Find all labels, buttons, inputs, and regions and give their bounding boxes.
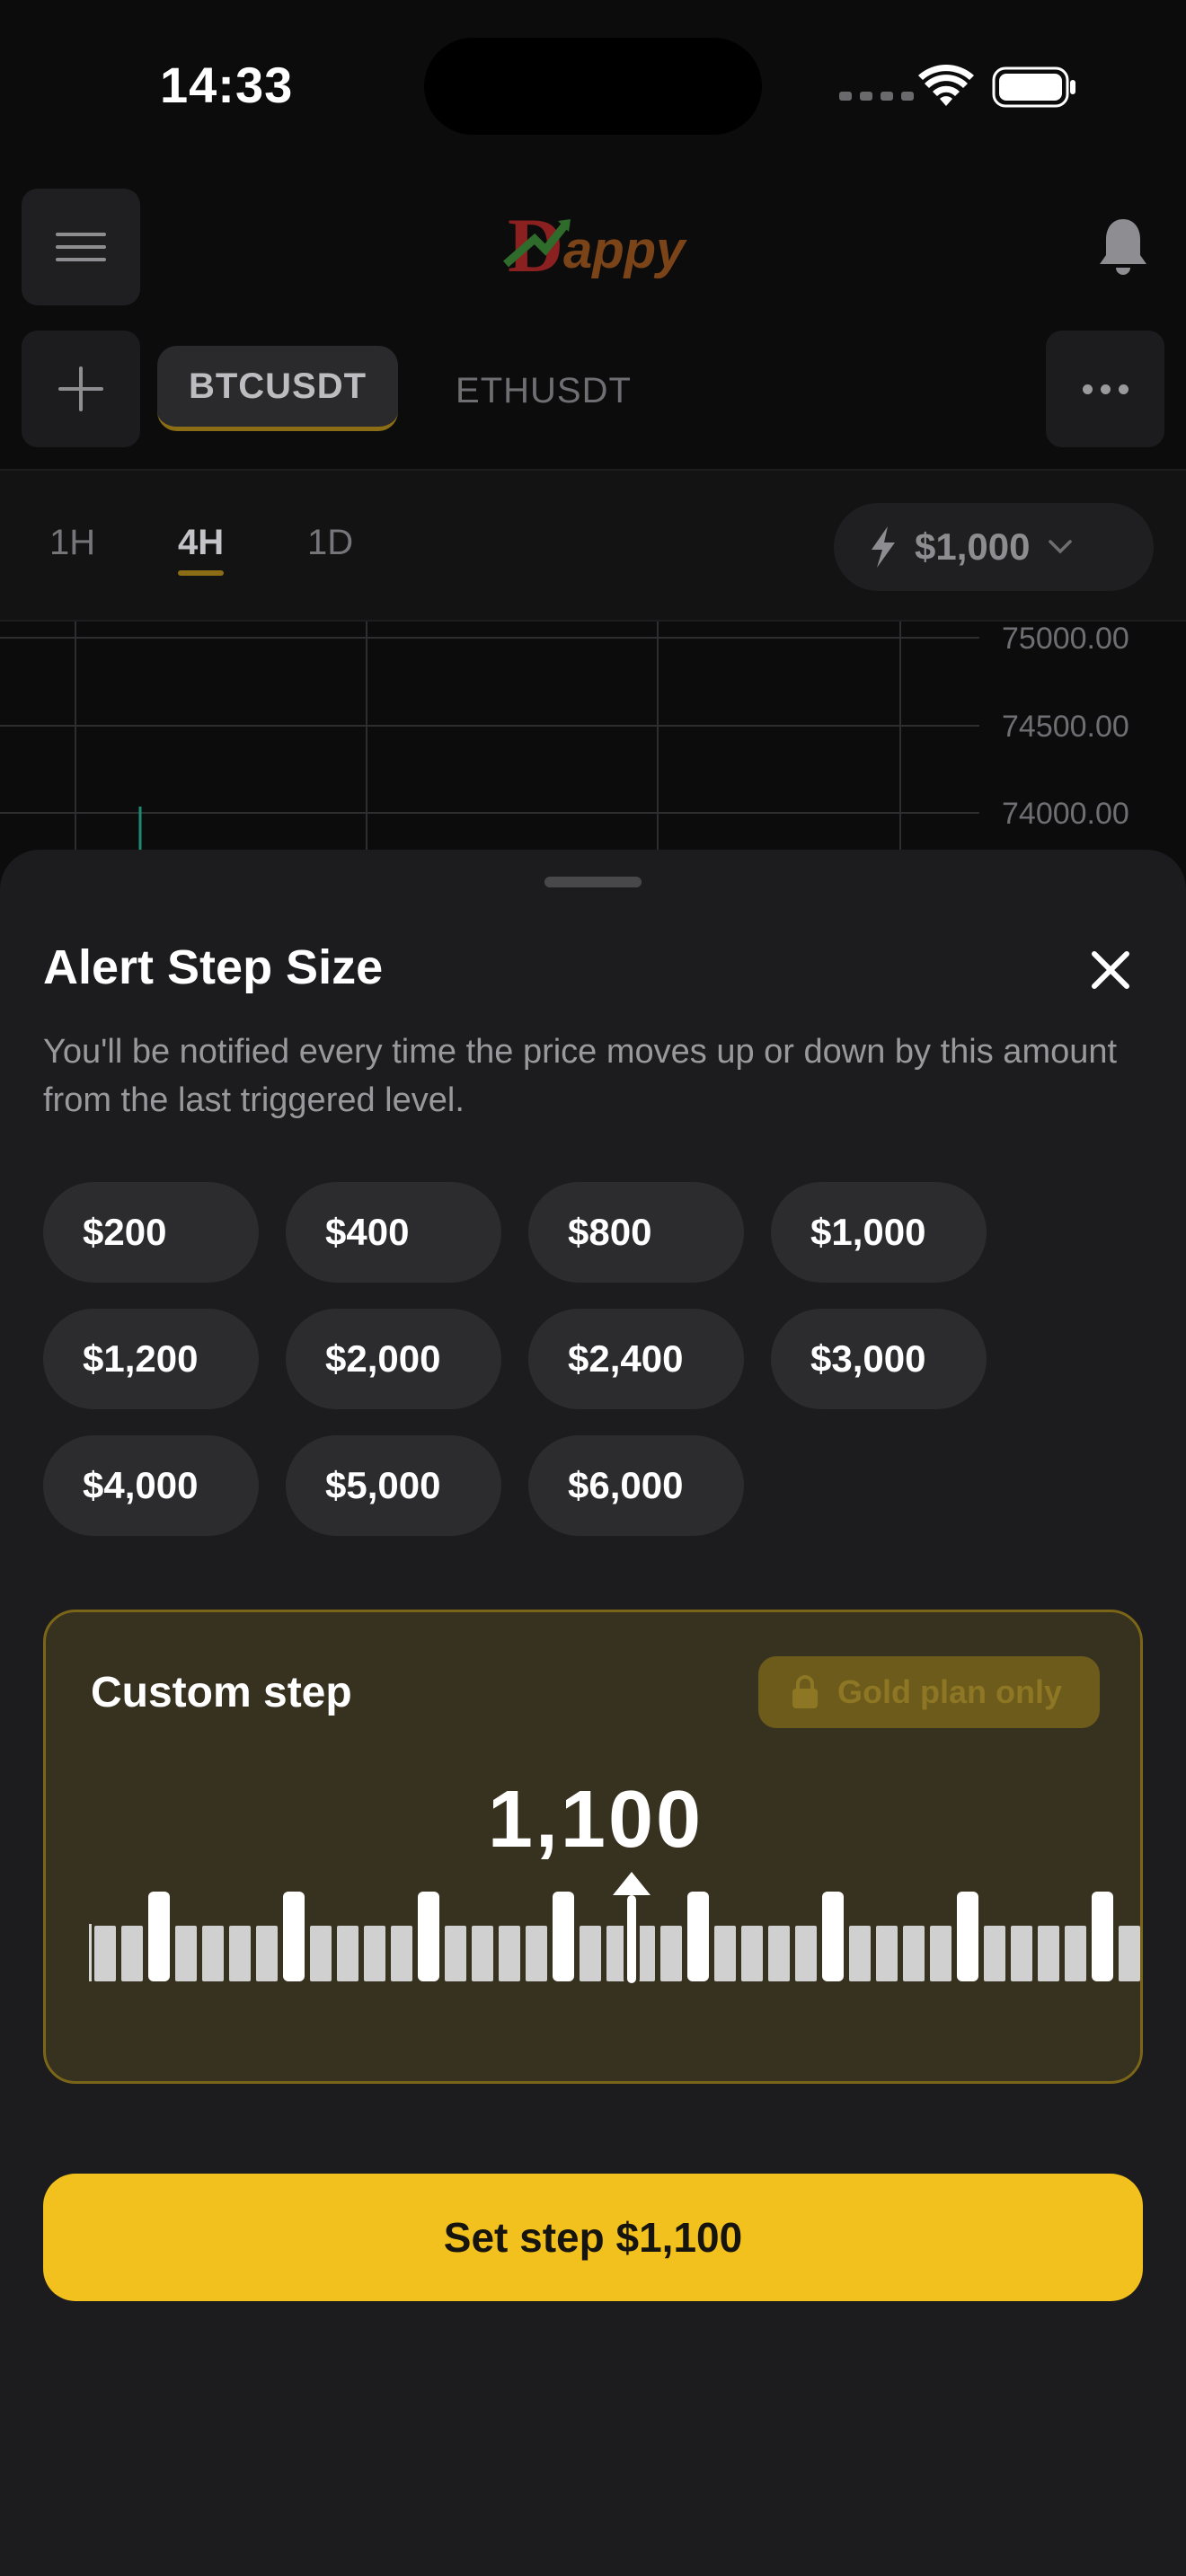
preset-chip[interactable]: $200 <box>43 1182 259 1283</box>
gold-plan-badge-label: Gold plan only <box>837 1673 1062 1710</box>
preset-chip[interactable]: $5,000 <box>286 1435 501 1536</box>
preset-chip[interactable]: $4,000 <box>43 1435 259 1536</box>
preset-chip[interactable]: $400 <box>286 1182 501 1283</box>
alert-step-sheet: Alert Step Size You'll be notified every… <box>0 850 1186 2576</box>
ruler-minor-tick <box>714 1926 736 1981</box>
menu-button[interactable] <box>22 189 140 305</box>
set-step-button[interactable]: Set step $1,100 <box>43 2174 1143 2301</box>
wifi-icon <box>918 65 974 106</box>
ruler-minor-tick <box>580 1926 601 1981</box>
step-ruler-slider[interactable] <box>89 1868 1146 1994</box>
price-axis-label: 74000.00 <box>1002 797 1129 831</box>
svg-text:D: D <box>508 208 563 287</box>
lightning-icon <box>872 526 895 568</box>
ruler-minor-tick <box>741 1926 763 1981</box>
ruler-minor-tick <box>876 1926 898 1981</box>
sheet-description: You'll be notified every time the price … <box>43 1033 1118 1119</box>
plus-icon <box>58 366 103 411</box>
custom-step-value: 1,100 <box>487 1775 704 1865</box>
ruler-minor-tick <box>903 1926 925 1981</box>
ruler-minor-tick <box>1038 1926 1059 1981</box>
triangle-up-icon <box>613 1872 651 1895</box>
tab-btcusdt[interactable]: BTCUSDT <box>157 346 398 431</box>
ruler-minor-tick <box>445 1926 466 1981</box>
ruler-minor-tick <box>229 1926 251 1981</box>
ellipsis-icon <box>1082 384 1093 394</box>
bell-icon[interactable] <box>1096 216 1150 277</box>
dynamic-island <box>424 38 762 135</box>
battery-icon <box>992 66 1075 108</box>
hamburger-icon <box>56 233 106 261</box>
ruler-major-tick <box>283 1892 305 1981</box>
preset-chip[interactable]: $800 <box>528 1182 744 1283</box>
ruler-minor-tick <box>94 1926 116 1981</box>
close-button[interactable] <box>1078 938 1143 1002</box>
ruler-minor-tick <box>795 1926 817 1981</box>
ruler-minor-tick <box>256 1926 278 1981</box>
close-icon <box>1092 951 1129 989</box>
alert-step-value: $1,000 <box>915 525 1031 568</box>
ruler-minor-tick <box>337 1926 358 1981</box>
status-time: 14:33 <box>160 57 294 113</box>
ruler-minor-tick <box>1065 1926 1086 1981</box>
ruler-minor-tick <box>768 1926 790 1981</box>
ruler-minor-tick <box>391 1926 412 1981</box>
cellular-signal-icon <box>839 92 914 101</box>
ruler-edge <box>89 1924 92 1981</box>
chevron-down-icon <box>1049 540 1073 554</box>
ruler-major-tick <box>822 1892 844 1981</box>
add-symbol-button[interactable] <box>22 331 140 447</box>
ruler-ticks <box>89 1872 1140 1987</box>
ruler-minor-tick <box>364 1926 385 1981</box>
ruler-minor-tick <box>660 1926 682 1981</box>
dappy-logo: D appy <box>503 208 687 287</box>
timeframe-1d[interactable]: 1D <box>307 523 353 563</box>
ruler-minor-tick <box>984 1926 1005 1981</box>
ruler-major-tick <box>1092 1892 1113 1981</box>
ruler-minor-tick <box>1011 1926 1032 1981</box>
custom-step-panel: Custom step Gold plan only 1,100 <box>43 1610 1143 2084</box>
ruler-minor-tick <box>930 1926 951 1981</box>
preset-chip[interactable]: $2,400 <box>528 1309 744 1409</box>
custom-step-label: Custom step <box>91 1669 352 1716</box>
ruler-minor-tick <box>121 1926 143 1981</box>
more-options-button[interactable] <box>1046 331 1164 447</box>
timeframe-4h[interactable]: 4H <box>178 523 225 576</box>
ruler-minor-tick <box>849 1926 871 1981</box>
ruler-minor-tick <box>499 1926 520 1981</box>
ruler-major-tick <box>687 1892 709 1981</box>
ruler-minor-tick <box>175 1926 197 1981</box>
ruler-minor-tick <box>310 1926 332 1981</box>
preset-chip[interactable]: $2,000 <box>286 1309 501 1409</box>
ruler-major-tick <box>553 1892 574 1981</box>
price-axis-label: 74500.00 <box>1002 710 1129 744</box>
ruler-minor-tick <box>526 1926 547 1981</box>
lock-icon <box>792 1675 818 1708</box>
ruler-pointer[interactable] <box>624 1892 640 1987</box>
gold-plan-badge[interactable]: Gold plan only <box>758 1656 1100 1728</box>
ruler-minor-tick <box>1119 1926 1140 1981</box>
preset-chip[interactable]: $1,200 <box>43 1309 259 1409</box>
sheet-title: Alert Step Size <box>43 940 384 994</box>
ruler-minor-tick <box>472 1926 493 1981</box>
tab-ethusdt[interactable]: ETHUSDT <box>431 359 656 422</box>
preset-chip[interactable]: $1,000 <box>771 1182 987 1283</box>
timeframe-bar: 1H 4H 1D $1,000 <box>0 469 1186 622</box>
preset-chip[interactable]: $3,000 <box>771 1309 987 1409</box>
app-background: 14:33 D appy BTCUSDT ETHUSDT 1H 4H 1D $1… <box>0 0 1186 898</box>
alert-step-selector[interactable]: $1,000 <box>834 503 1154 591</box>
ruler-major-tick <box>148 1892 170 1981</box>
ruler-major-tick <box>957 1892 978 1981</box>
timeframe-1h[interactable]: 1H <box>49 523 95 563</box>
price-axis-label: 75000.00 <box>1002 622 1129 656</box>
preset-chip[interactable]: $6,000 <box>528 1435 744 1536</box>
sheet-grabber[interactable] <box>544 877 642 887</box>
svg-text:appy: appy <box>563 221 687 279</box>
ruler-minor-tick <box>202 1926 224 1981</box>
ruler-major-tick <box>418 1892 439 1981</box>
status-bar: 14:33 <box>0 0 1186 171</box>
